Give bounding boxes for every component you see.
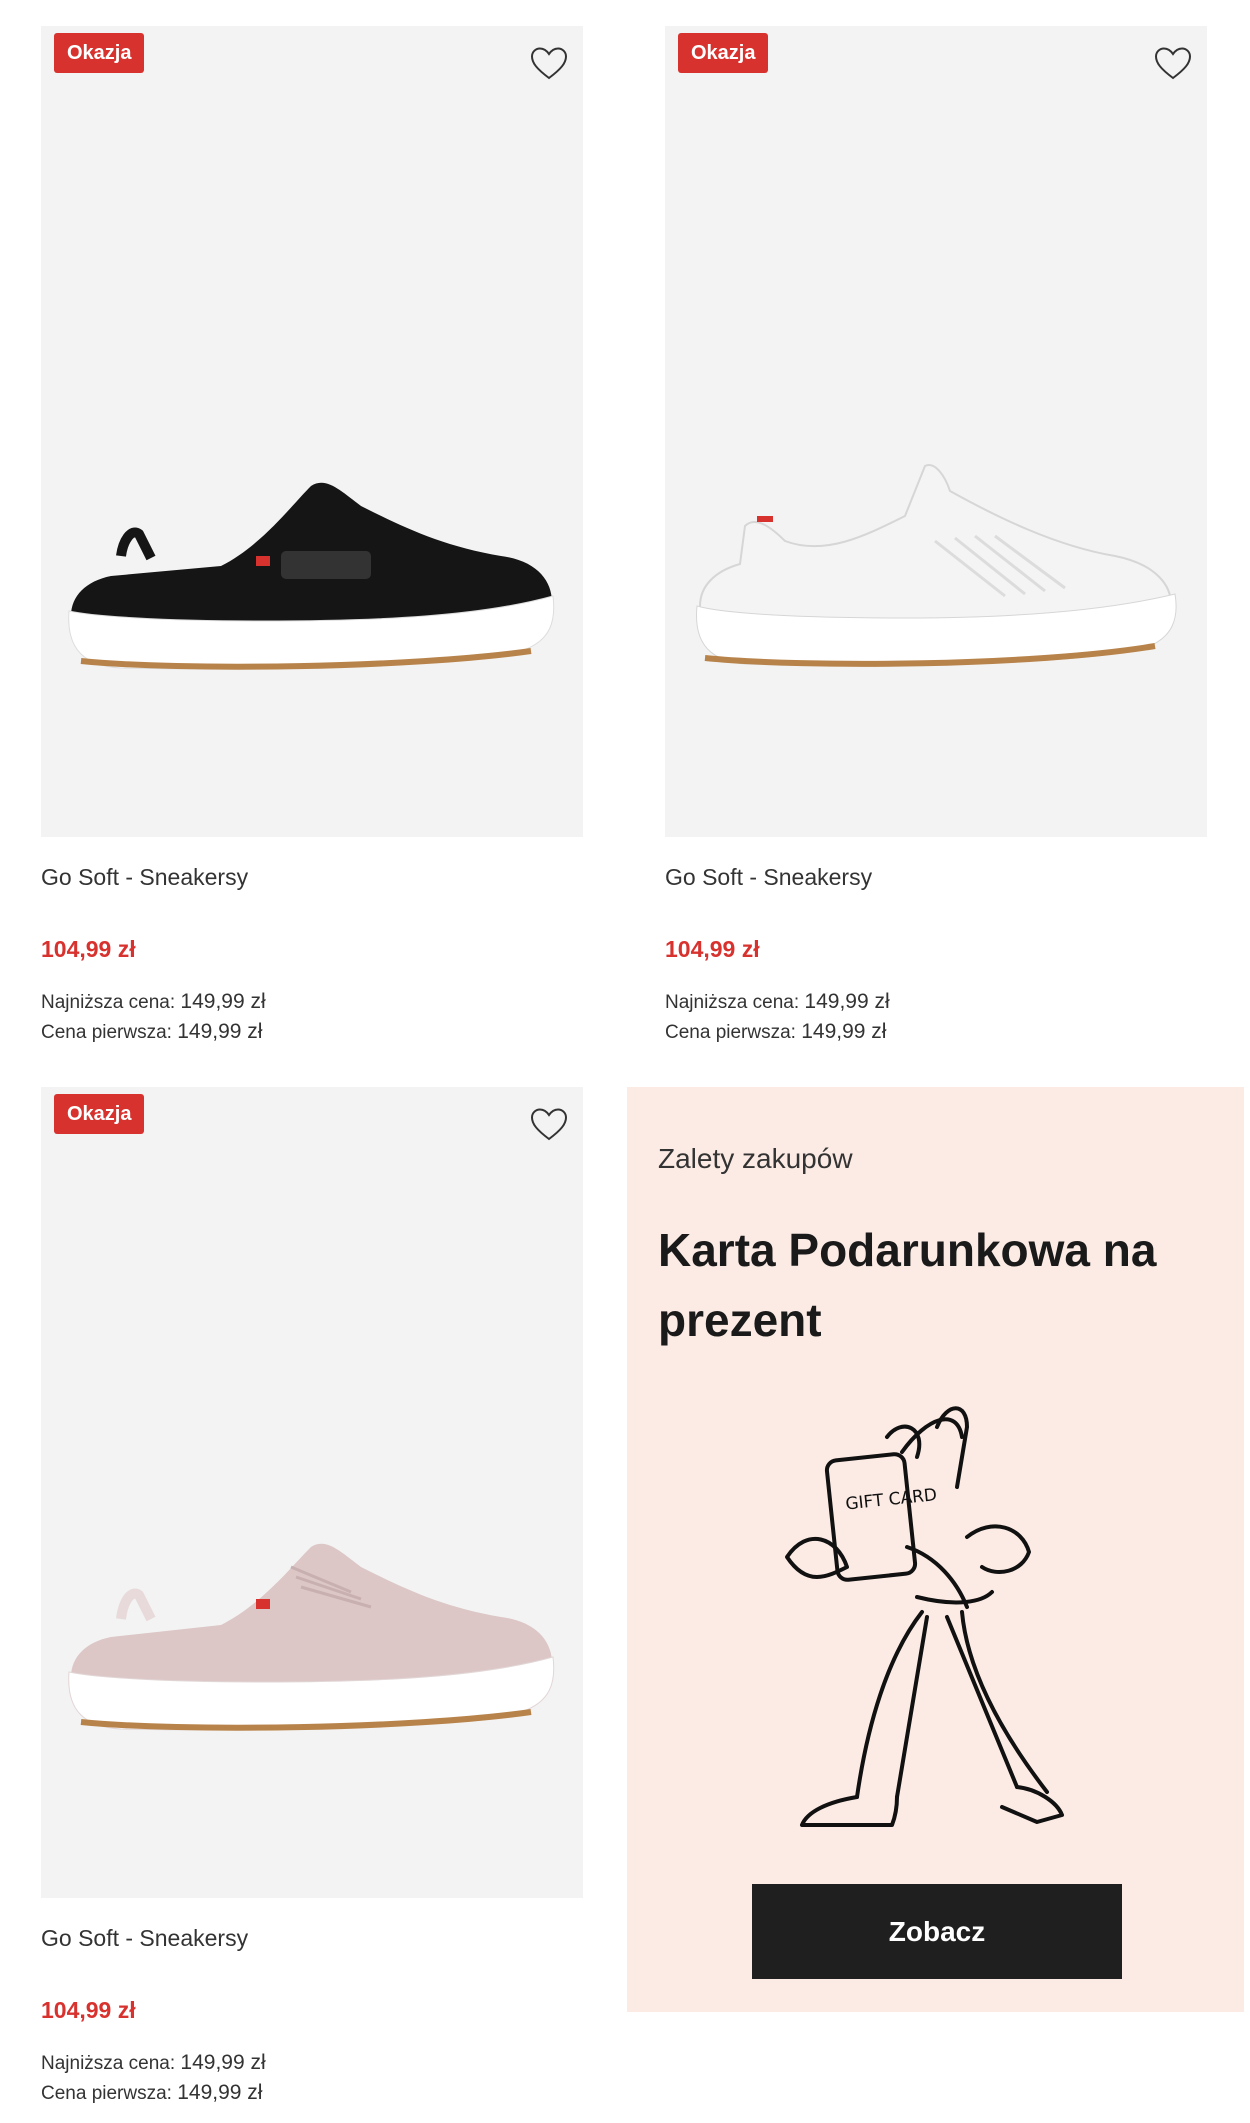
product-title[interactable]: Go Soft - Sneakersy (665, 864, 872, 891)
pink-sneaker-image (68, 1543, 555, 1731)
first-price-row: Cena pierwsza: 149,99 zł (41, 2081, 262, 2105)
product-price: 104,99 zł (41, 1997, 136, 2023)
sale-badge: Okazja (54, 33, 145, 73)
product-price: 104,99 zł (41, 936, 136, 962)
lowest-price-row: Najniższa cena: 149,99 zł (41, 2051, 266, 2075)
lowest-price-value: 149,99 zł (804, 990, 890, 1013)
lowest-price-row: Najniższa cena: 149,99 zł (41, 990, 266, 1014)
first-price-value: 149,99 zł (801, 1020, 887, 1043)
lowest-price-value: 149,99 zł (180, 2051, 266, 2074)
product-card[interactable]: Okazja Go Soft - Sneakersy 104,99 zł Naj… (665, 26, 1207, 1043)
sale-badge: Okazja (678, 33, 769, 73)
heart-icon[interactable] (1153, 44, 1193, 84)
product-card[interactable]: Okazja Go Soft - Sneakersy 104,99 zł Naj… (41, 1087, 583, 2104)
gift-card-promo[interactable]: Zalety zakupów Karta Podarunkowa na prez… (627, 1087, 1244, 2012)
first-price-value: 149,99 zł (177, 1020, 263, 1043)
lowest-price-value: 149,99 zł (180, 990, 266, 1013)
product-title[interactable]: Go Soft - Sneakersy (41, 1925, 248, 1952)
product-price: 104,99 zł (665, 936, 760, 962)
lowest-price-label: Najniższa cena: (41, 2053, 176, 2074)
product-photo[interactable]: Okazja (41, 26, 583, 837)
first-price-row: Cena pierwsza: 149,99 zł (665, 1020, 886, 1044)
black-sneaker-image (68, 482, 555, 670)
lowest-price-label: Najniższa cena: (665, 992, 800, 1013)
sale-badge: Okazja (54, 1094, 145, 1134)
lowest-price-label: Najniższa cena: (41, 992, 176, 1013)
see-more-button[interactable]: Zobacz (752, 1884, 1122, 1979)
product-title[interactable]: Go Soft - Sneakersy (41, 864, 248, 891)
product-photo[interactable]: Okazja (665, 26, 1207, 837)
first-price-value: 149,99 zł (177, 2081, 263, 2104)
white-sneaker-image (696, 464, 1177, 667)
first-price-label: Cena pierwsza: (41, 2083, 172, 2104)
heart-icon[interactable] (529, 44, 569, 84)
first-price-label: Cena pierwsza: (665, 1022, 796, 1043)
first-price-row: Cena pierwsza: 149,99 zł (41, 1020, 262, 1044)
promo-kicker: Zalety zakupów (658, 1143, 853, 1174)
lowest-price-row: Najniższa cena: 149,99 zł (665, 990, 890, 1014)
first-price-label: Cena pierwsza: (41, 1022, 172, 1043)
promo-headline: Karta Podarunkowa na prezent (658, 1224, 1157, 1346)
product-photo[interactable]: Okazja (41, 1087, 583, 1898)
heart-icon[interactable] (529, 1105, 569, 1145)
product-card[interactable]: Okazja Go Soft - Sneakersy 104,99 zł Naj… (41, 26, 583, 1043)
gift-card-illustration: GIFT CARD (785, 1406, 1064, 1827)
